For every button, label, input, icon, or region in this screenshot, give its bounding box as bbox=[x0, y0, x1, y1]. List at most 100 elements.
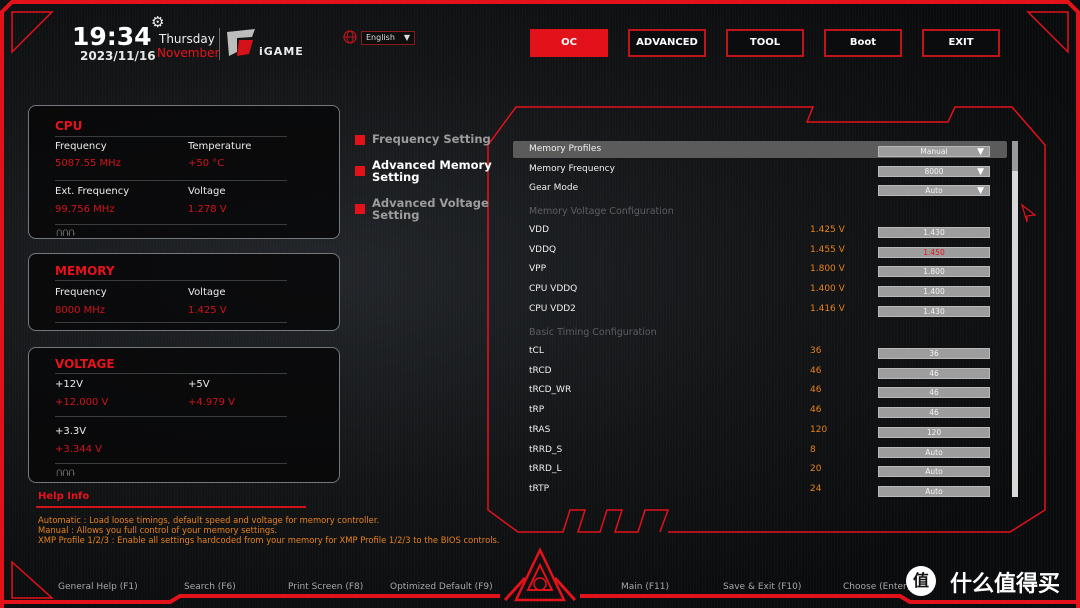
gear-icon[interactable]: ⚙ bbox=[151, 13, 164, 31]
arrow-marker-icon bbox=[1020, 203, 1037, 223]
v12-value: +12.000 V bbox=[55, 397, 109, 408]
footer-print-screen[interactable]: Print Screen (F8) bbox=[288, 582, 363, 592]
v12-label: +12V bbox=[55, 379, 83, 390]
setting-input[interactable]: 46 bbox=[878, 387, 990, 399]
setting-label: VDD bbox=[529, 225, 550, 235]
setting-label: Memory Profiles bbox=[529, 144, 602, 154]
dropdown-value: Auto bbox=[925, 186, 943, 195]
current-value: 1.400 V bbox=[810, 284, 845, 295]
help-line: Automatic : Load loose timings, default … bbox=[38, 515, 380, 525]
submenu-label: Frequency Setting bbox=[372, 132, 491, 146]
cpu-temperature-label: Temperature bbox=[188, 141, 252, 152]
submenu-label: Setting bbox=[372, 208, 420, 222]
bullet-icon bbox=[355, 135, 365, 145]
setting-input[interactable]: 46 bbox=[878, 407, 990, 419]
corner-triangle-bl bbox=[11, 560, 54, 599]
setting-label: VPP bbox=[529, 264, 547, 275]
memory-voltage-value: 1.425 V bbox=[188, 305, 227, 316]
decor-marks: ՌՌՌ bbox=[56, 229, 75, 239]
language-value: English bbox=[366, 33, 395, 42]
voltage-title: VOLTAGE bbox=[55, 357, 115, 371]
v33-label: +3.3V bbox=[55, 426, 87, 437]
setting-label: tRAS bbox=[529, 424, 551, 435]
tab-oc[interactable]: OC bbox=[530, 29, 608, 57]
language-select[interactable]: English ▼ bbox=[361, 31, 415, 45]
footer-optimized-default[interactable]: Optimized Default (F9) bbox=[390, 582, 493, 592]
setting-label: tRCD bbox=[529, 365, 552, 376]
current-value: 46 bbox=[810, 405, 822, 416]
current-value: 20 bbox=[810, 464, 822, 475]
setting-dropdown[interactable]: Manual ▼ bbox=[878, 146, 990, 157]
memory-voltage-label: Voltage bbox=[188, 287, 226, 298]
footer-search[interactable]: Search (F6) bbox=[184, 582, 236, 592]
cpu-voltage-label: Voltage bbox=[188, 186, 226, 197]
setting-label: tRP bbox=[529, 405, 545, 416]
dropdown-value: Manual bbox=[920, 147, 948, 156]
setting-label: tRRD_S bbox=[529, 444, 563, 455]
scrollbar[interactable] bbox=[1012, 141, 1018, 497]
help-divider bbox=[36, 506, 306, 508]
svg-text:iGAME: iGAME bbox=[259, 45, 304, 58]
setting-input[interactable]: Auto bbox=[878, 466, 990, 478]
divider bbox=[55, 463, 287, 464]
cpu-ext-frequency-label: Ext. Frequency bbox=[55, 186, 130, 197]
corner-triangle-tr bbox=[1026, 11, 1069, 54]
footer-save-exit[interactable]: Save & Exit (F10) bbox=[723, 582, 801, 592]
setting-label: Memory Frequency bbox=[529, 164, 615, 174]
watermark-text: 什么值得买 bbox=[950, 572, 1061, 597]
dropdown-value: 8000 bbox=[924, 167, 944, 176]
tab-advanced[interactable]: ADVANCED bbox=[628, 29, 706, 57]
setting-input[interactable]: Auto bbox=[878, 446, 990, 458]
setting-input[interactable]: 1.800 bbox=[878, 266, 990, 278]
logo-separator bbox=[219, 28, 220, 60]
clock-time: 19:34 bbox=[72, 22, 152, 51]
setting-dropdown[interactable]: Auto ▼ bbox=[878, 185, 990, 196]
memory-card: MEMORY Frequency 8000 MHz Voltage 1.425 … bbox=[28, 253, 340, 331]
current-value: 1.455 V bbox=[810, 244, 845, 255]
chevron-down-icon: ▼ bbox=[977, 147, 984, 157]
footer-general-help[interactable]: General Help (F1) bbox=[58, 582, 138, 592]
setting-input[interactable]: Auto bbox=[878, 485, 990, 497]
current-value: 120 bbox=[810, 424, 828, 435]
setting-input[interactable]: 1.430 bbox=[878, 227, 990, 238]
footer-main[interactable]: Main (F11) bbox=[621, 582, 669, 592]
divider bbox=[55, 416, 287, 417]
tab-boot[interactable]: Boot bbox=[824, 29, 902, 57]
divider bbox=[55, 180, 287, 181]
setting-label: tRTP bbox=[529, 483, 550, 494]
tab-tool[interactable]: TOOL bbox=[726, 29, 804, 57]
setting-input[interactable]: 120 bbox=[878, 426, 990, 438]
setting-input[interactable]: 46 bbox=[878, 367, 990, 379]
current-value: 1.416 V bbox=[810, 303, 845, 314]
globe-icon bbox=[343, 30, 357, 44]
cpu-frequency-label: Frequency bbox=[55, 141, 107, 152]
scrollbar-thumb[interactable] bbox=[1012, 141, 1018, 171]
v5-label: +5V bbox=[188, 379, 210, 390]
setting-label: Gear Mode bbox=[529, 183, 579, 193]
weekday: Thursday bbox=[159, 32, 215, 46]
chevron-down-icon: ▼ bbox=[977, 167, 984, 177]
decor-marks: ՌՌՌ bbox=[56, 469, 75, 479]
month: November bbox=[157, 46, 220, 60]
setting-label: CPU VDD2 bbox=[529, 303, 576, 314]
help-line: Manual : Allows you full control of your… bbox=[38, 525, 278, 535]
setting-input[interactable]: 1.450 bbox=[878, 246, 990, 258]
tab-exit[interactable]: EXIT bbox=[922, 29, 1000, 57]
memory-frequency-value: 8000 MHz bbox=[55, 305, 106, 316]
cpu-frequency-value: 5087.55 MHz bbox=[55, 158, 121, 169]
memory-frequency-label: Frequency bbox=[55, 287, 107, 298]
help-title: Help Info bbox=[38, 491, 90, 502]
current-value: 24 bbox=[810, 483, 822, 494]
setting-input[interactable]: 1.400 bbox=[878, 286, 990, 298]
help-line: XMP Profile 1/2/3 : Enable all settings … bbox=[38, 535, 500, 545]
current-value: 1.425 V bbox=[810, 225, 845, 235]
setting-dropdown[interactable]: 8000 ▼ bbox=[878, 166, 990, 177]
setting-input[interactable]: 1.430 bbox=[878, 305, 990, 317]
cpu-title: CPU bbox=[55, 119, 83, 133]
current-value: 36 bbox=[810, 346, 822, 356]
cpu-voltage-value: 1.278 V bbox=[188, 204, 227, 215]
setting-input[interactable]: 36 bbox=[878, 348, 990, 359]
current-value: 46 bbox=[810, 385, 822, 396]
footer-choose[interactable]: Choose (Enter) bbox=[843, 582, 910, 592]
divider bbox=[55, 280, 287, 281]
